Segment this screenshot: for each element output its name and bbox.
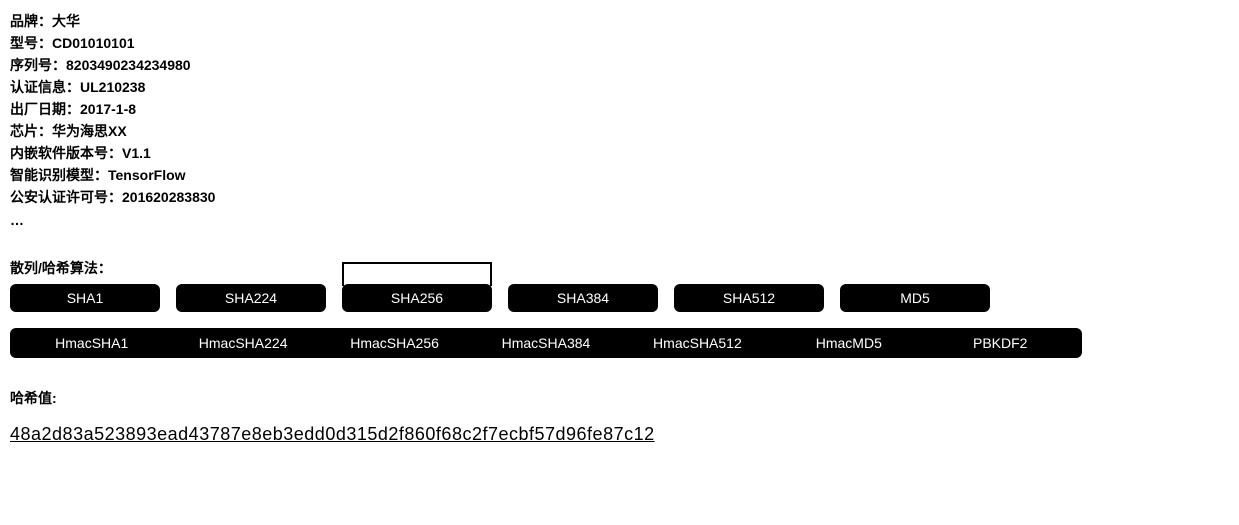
info-value: 华为海思XX	[52, 123, 127, 139]
info-value: UL210238	[80, 79, 145, 95]
hash-option-sha384[interactable]: SHA384	[508, 284, 658, 312]
hash-option-hmacmd5[interactable]: HmacMD5	[773, 335, 924, 351]
hash-option-md5[interactable]: MD5	[840, 284, 990, 312]
info-ellipsis: …	[10, 212, 1229, 228]
info-value: 8203490234234980	[66, 57, 191, 73]
hash-option-hmacsha224[interactable]: HmacSHA224	[167, 335, 318, 351]
info-row: 公安认证许可号：201620283830	[10, 186, 1229, 208]
info-label: 内嵌软件版本号：	[10, 145, 122, 161]
info-row: 智能识别模型：TensorFlow	[10, 164, 1229, 186]
info-row: 品牌：大华	[10, 10, 1229, 32]
info-value: CD01010101	[52, 35, 135, 51]
info-label: 出厂日期：	[10, 101, 80, 117]
info-label: 智能识别模型：	[10, 167, 108, 183]
info-value: 大华	[52, 13, 80, 29]
hash-value-label: 哈希值:	[10, 388, 1229, 408]
info-row: 认证信息：UL210238	[10, 76, 1229, 98]
info-value: V1.1	[122, 145, 151, 161]
device-info-block: 品牌：大华型号：CD01010101序列号：8203490234234980认证…	[10, 10, 1229, 208]
info-label: 序列号：	[10, 57, 66, 73]
info-label: 型号：	[10, 35, 52, 51]
info-value: TensorFlow	[108, 167, 186, 183]
hash-algorithm-label: 散列/哈希算法：	[10, 258, 1229, 278]
hash-option-sha256[interactable]: SHA256	[342, 284, 492, 312]
hash-option-sha512[interactable]: SHA512	[674, 284, 824, 312]
info-value: 201620283830	[122, 189, 215, 205]
hash-algorithm-row-1: SHA1 SHA224 SHA256 SHA384 SHA512 MD5	[10, 284, 1229, 312]
hash-option-hmacsha384[interactable]: HmacSHA384	[470, 335, 621, 351]
info-row: 芯片：华为海思XX	[10, 120, 1229, 142]
info-label: 品牌：	[10, 13, 52, 29]
hash-value-output: 48a2d83a523893ead43787e8eb3edd0d315d2f86…	[10, 424, 1229, 445]
info-label: 芯片：	[10, 123, 52, 139]
info-label: 认证信息：	[10, 79, 80, 95]
hash-option-hmacsha1[interactable]: HmacSHA1	[16, 335, 167, 351]
hash-option-hmacsha256[interactable]: HmacSHA256	[319, 335, 470, 351]
info-label: 公安认证许可号：	[10, 189, 122, 205]
info-row: 型号：CD01010101	[10, 32, 1229, 54]
info-row: 内嵌软件版本号：V1.1	[10, 142, 1229, 164]
info-row: 序列号：8203490234234980	[10, 54, 1229, 76]
hash-option-sha1[interactable]: SHA1	[10, 284, 160, 312]
hash-option-sha224[interactable]: SHA224	[176, 284, 326, 312]
hash-option-hmacsha512[interactable]: HmacSHA512	[622, 335, 773, 351]
info-row: 出厂日期：2017-1-8	[10, 98, 1229, 120]
info-value: 2017-1-8	[80, 101, 136, 117]
hash-algorithm-row-2: HmacSHA1HmacSHA224HmacSHA256HmacSHA384Hm…	[10, 328, 1082, 358]
hash-option-pbkdf2[interactable]: PBKDF2	[925, 335, 1076, 351]
